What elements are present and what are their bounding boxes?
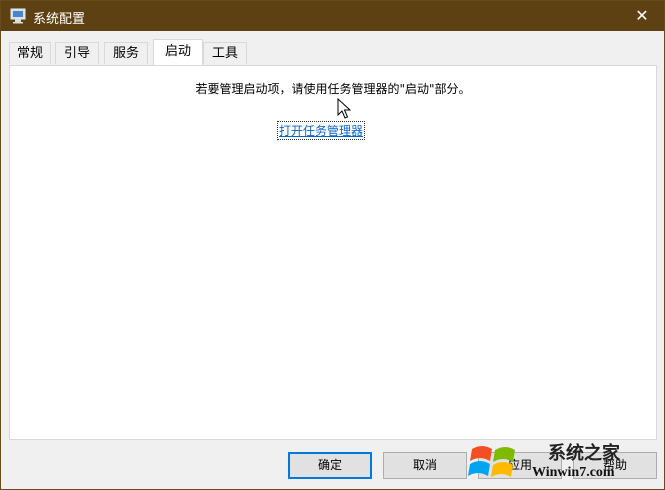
title-bar[interactable]: 系统配置 ✕	[1, 1, 664, 31]
startup-panel: 若要管理启动项，请使用任务管理器的"启动"部分。 打开任务管理器	[9, 65, 657, 440]
tab-general[interactable]: 常规	[9, 42, 51, 64]
system-config-window: 系统配置 ✕ 常规 引导 服务 启动 工具 若要管理启动项，请使用任务管理器的"…	[0, 0, 665, 490]
windows-logo-icon	[468, 441, 528, 486]
ok-button[interactable]: 确定	[288, 452, 372, 479]
tab-label: 服务	[112, 46, 139, 61]
close-icon: ✕	[635, 6, 649, 25]
tab-tools[interactable]: 工具	[203, 42, 247, 64]
system-config-icon	[10, 8, 26, 24]
startup-message: 若要管理启动项，请使用任务管理器的"启动"部分。	[195, 82, 471, 96]
tab-startup[interactable]: 启动	[153, 39, 203, 65]
mouse-cursor-icon	[337, 97, 353, 120]
watermark-brand: 系统之家	[548, 443, 620, 464]
close-button[interactable]: ✕	[620, 1, 664, 31]
cancel-button[interactable]: 取消	[383, 452, 467, 479]
tab-label: 工具	[211, 46, 238, 61]
tab-strip: 常规 引导 服务 启动 工具	[9, 39, 659, 66]
tab-label: 常规	[16, 46, 43, 61]
tab-label: 启动	[164, 44, 191, 59]
tab-boot[interactable]: 引导	[55, 42, 99, 64]
window-title: 系统配置	[33, 12, 86, 27]
watermark-url: Winwin7.com	[532, 465, 615, 480]
watermark: 系统之家 Winwin7.com	[460, 437, 660, 487]
tab-services[interactable]: 服务	[104, 42, 148, 64]
tab-label: 引导	[63, 46, 90, 61]
open-task-manager-link[interactable]: 打开任务管理器	[277, 121, 366, 140]
